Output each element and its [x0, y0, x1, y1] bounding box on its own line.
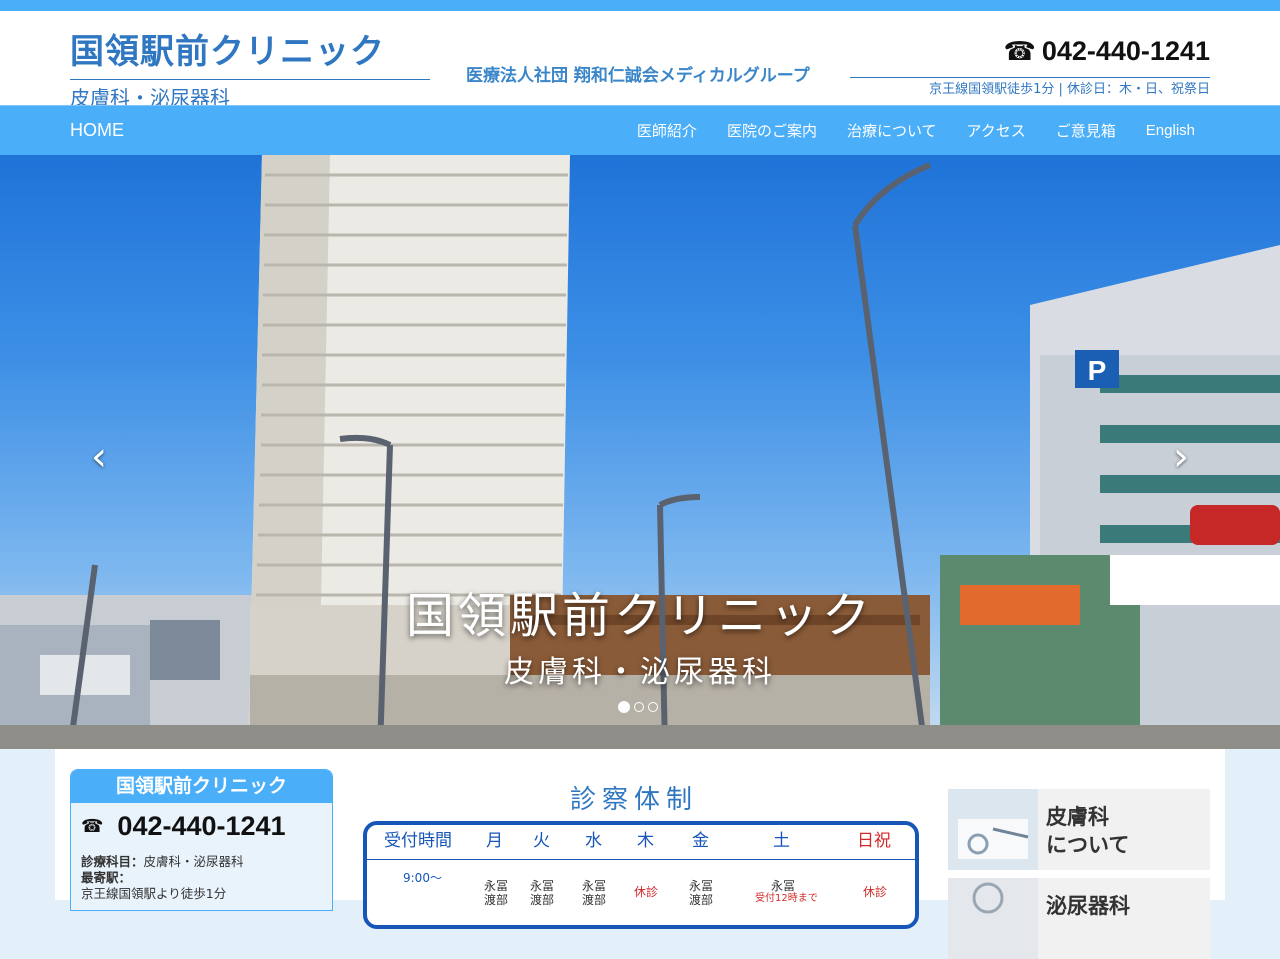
carousel-indicator-2[interactable]	[634, 702, 644, 712]
urology-banner-line1: 泌尿器科	[1046, 894, 1130, 918]
nav-link-english[interactable]: English	[1131, 106, 1210, 156]
dermatology-banner-label: 皮膚科 について	[1046, 803, 1129, 859]
schedule-col-fri: 金	[692, 831, 709, 851]
schedule-table: 受付時間 月 火 水 木 金 土 日祝 9:00〜 永冨 渡部 永冨 渡部 永冨…	[363, 821, 919, 929]
hero-subtitle: 皮膚科・泌尿器科	[504, 655, 776, 690]
site-header: 国領駅前クリニック 皮膚科・泌尿器科 医療法人社団 翔和仁誠会メディカルグループ…	[0, 11, 1280, 108]
dermatology-banner-line2: について	[1046, 833, 1130, 857]
schedule-col-mon: 月	[486, 831, 503, 851]
schedule-col-time: 受付時間	[384, 831, 452, 851]
main-navbar: HOME 医師紹介 医院のご案内 治療について アクセス ご意見箱 Englis…	[0, 105, 1280, 156]
schedule-holiday-closed: 休診	[863, 885, 888, 899]
nav-link-clinic-guide[interactable]: 医院のご案内	[712, 106, 832, 156]
medical-group-name: 医療法人社団 翔和仁誠会メディカルグループ	[466, 66, 810, 86]
info-card-station-label: 最寄駅：	[81, 870, 132, 885]
phone-icon: ☎	[81, 816, 104, 837]
info-card-dept-row: 診療科目：皮膚科・泌尿器科	[81, 854, 332, 870]
phone-icon: ☎	[1003, 37, 1036, 67]
urology-banner[interactable]: 泌尿器科	[948, 878, 1210, 959]
schedule-thu-closed: 休診	[634, 885, 659, 899]
schedule-col-sat: 土	[773, 831, 790, 851]
header-phone-number: 042-440-1241	[1041, 36, 1210, 66]
chevron-left-icon: ‹	[91, 434, 107, 480]
dermatology-banner-photo	[948, 789, 1038, 870]
dermatology-banner-line1: 皮膚科	[1046, 805, 1109, 829]
nav-links: 医師紹介 医院のご案内 治療について アクセス ご意見箱 English	[622, 106, 1210, 156]
hero-carousel: P 国領駅前クリニック 皮膚科・泌尿器科 ‹ ›	[0, 155, 1280, 749]
info-card-title: 国領駅前クリニック	[71, 770, 332, 803]
top-accent-bar	[0, 0, 1280, 11]
urology-banner-label: 泌尿器科	[1046, 892, 1130, 920]
schedule-header-row: 受付時間 月 火 水 木 金 土 日祝	[367, 825, 915, 860]
nav-link-feedback[interactable]: ご意見箱	[1041, 106, 1131, 156]
clinic-logo-title[interactable]: 国領駅前クリニック	[70, 35, 430, 80]
schedule-tue-doc1: 永冨	[530, 879, 555, 893]
info-card-dept-value: 皮膚科・泌尿器科	[143, 854, 244, 869]
carousel-prev-button[interactable]: ‹	[84, 437, 114, 477]
nav-link-doctors[interactable]: 医師紹介	[622, 106, 712, 156]
schedule-fri-doc1: 永冨	[689, 879, 714, 893]
schedule-heading: 診察体制	[570, 785, 699, 815]
schedule-col-wed: 水	[585, 831, 602, 851]
svg-text:P: P	[1088, 355, 1107, 386]
access-info: 京王線国領駅徒歩1分 | 休診日：木・日、祝祭日	[929, 82, 1210, 97]
schedule-col-thu: 木	[637, 831, 654, 851]
clinic-info-card: 国領駅前クリニック ☎ 042-440-1241 診療科目：皮膚科・泌尿器科 最寄…	[70, 769, 333, 911]
carousel-indicator-3[interactable]	[648, 702, 658, 712]
schedule-col-holiday: 日祝	[857, 831, 891, 851]
schedule-wed-doc2: 渡部	[582, 893, 607, 907]
schedule-sat-note: 受付12時まで	[755, 893, 818, 904]
info-card-dept-label: 診療科目：	[81, 854, 144, 869]
dermatology-banner[interactable]: 皮膚科 について	[948, 789, 1210, 870]
schedule-mon-doc2: 渡部	[484, 893, 509, 907]
urology-banner-photo	[948, 878, 1038, 959]
schedule-wed-doc1: 永冨	[582, 879, 607, 893]
carousel-next-button[interactable]: ›	[1166, 437, 1196, 477]
schedule-fri-doc2: 渡部	[689, 893, 714, 907]
nav-link-treatment[interactable]: 治療について	[832, 106, 952, 156]
schedule-tue-doc2: 渡部	[530, 893, 555, 907]
carousel-indicator-1[interactable]	[618, 701, 630, 713]
nav-link-access[interactable]: アクセス	[952, 106, 1041, 156]
main-content: 国領駅前クリニック ☎ 042-440-1241 診療科目：皮膚科・泌尿器科 最寄…	[55, 749, 1225, 959]
info-card-station-row: 最寄駅：	[81, 870, 332, 886]
chevron-right-icon: ›	[1173, 434, 1189, 480]
hero-title: 国領駅前クリニック	[405, 588, 874, 644]
schedule-col-tue: 火	[533, 831, 550, 851]
schedule-sat-doc1: 永冨	[771, 879, 796, 893]
info-card-phone[interactable]: ☎ 042-440-1241	[71, 803, 332, 842]
info-card-body: 診療科目：皮膚科・泌尿器科 最寄駅： 京王線国領駅より徒歩1分	[71, 842, 332, 902]
schedule-mon-doc1: 永冨	[484, 879, 509, 893]
carousel-indicators	[618, 701, 658, 713]
header-phone[interactable]: ☎ 042-440-1241	[850, 38, 1210, 78]
schedule-time-start: 9:00〜	[403, 871, 442, 885]
info-card-phone-number: 042-440-1241	[117, 811, 286, 841]
nav-home-link[interactable]: HOME	[70, 121, 124, 139]
